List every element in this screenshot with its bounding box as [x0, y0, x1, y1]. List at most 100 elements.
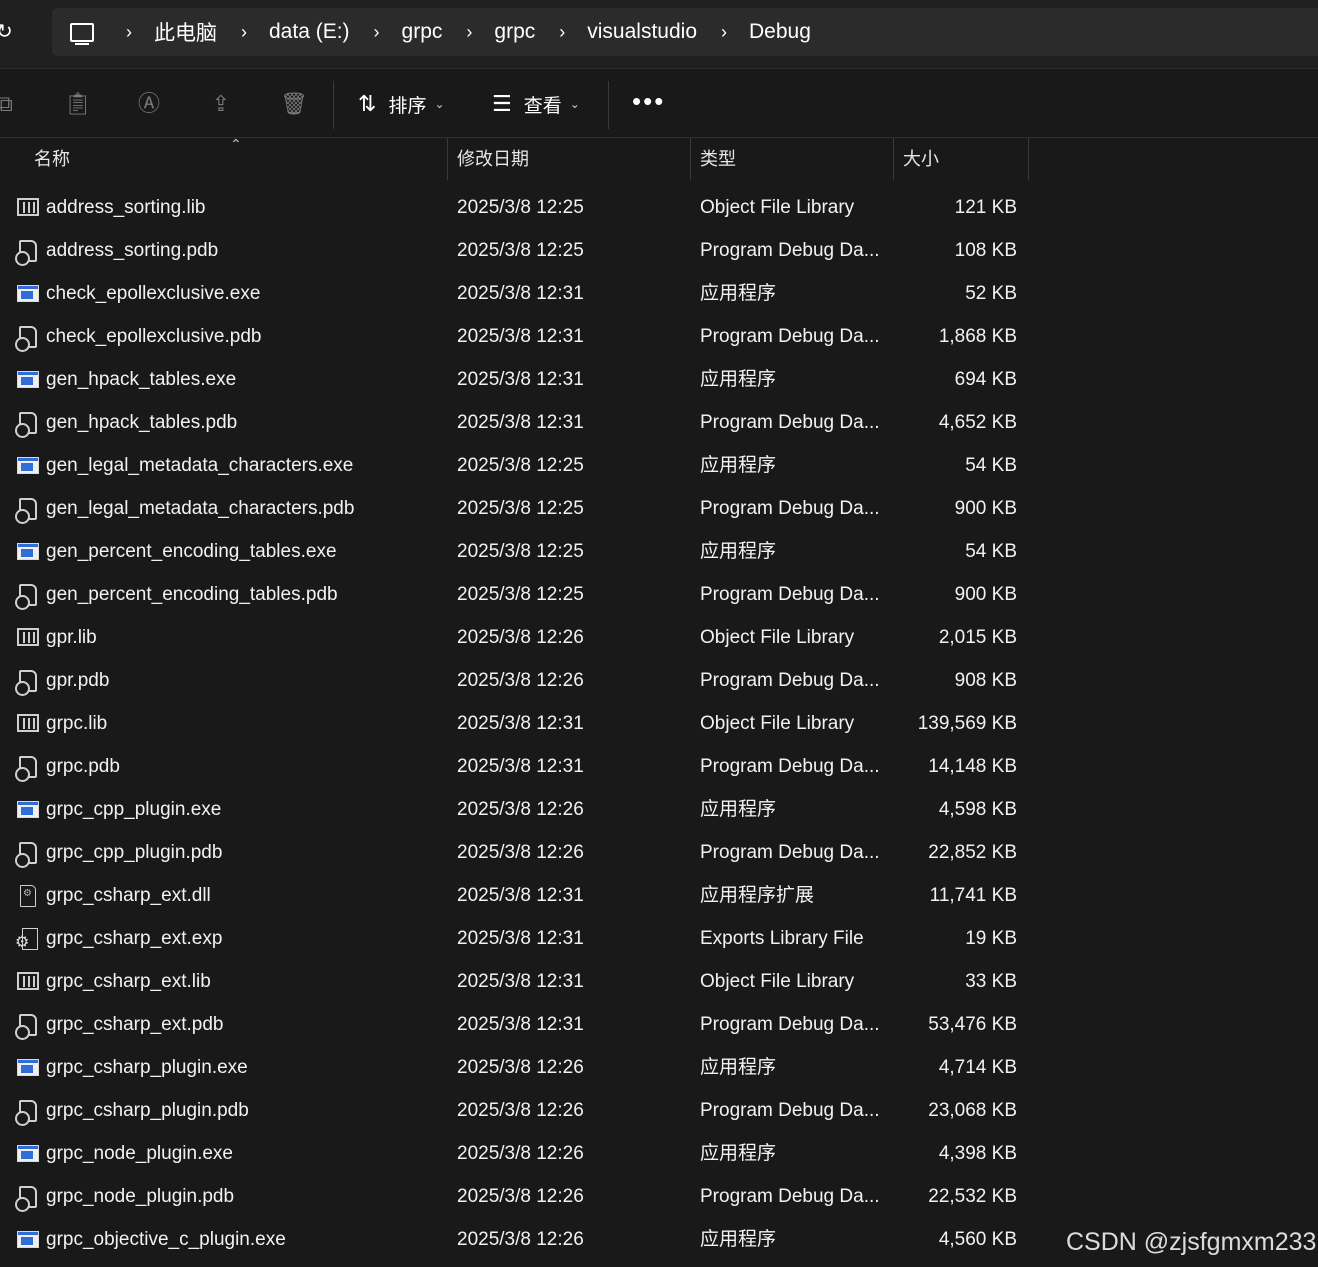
- file-date: 2025/3/8 12:31: [457, 885, 584, 906]
- breadcrumb-item-drive[interactable]: data (E:): [269, 20, 350, 44]
- computer-icon[interactable]: [70, 22, 94, 45]
- more-options-button[interactable]: •••: [632, 88, 665, 114]
- column-resizer[interactable]: [1028, 138, 1029, 180]
- file-row[interactable]: check_epollexclusive.pdb 2025/3/8 12:31 Pr…: [0, 315, 1030, 358]
- address-bar[interactable]: › 此电脑 › data (E:) › grpc › grpc › visual…: [52, 8, 1318, 56]
- file-name: gen_legal_metadata_characters.exe: [46, 455, 354, 476]
- file-type: Program Debug Da...: [700, 842, 880, 863]
- breadcrumb-item-this-pc[interactable]: 此电脑: [154, 17, 217, 47]
- file-type: 应用程序: [700, 799, 777, 820]
- file-size: 4,398 KB: [938, 1143, 1017, 1164]
- file-row[interactable]: address_sorting.pdb 2025/3/8 12:25 Program…: [0, 229, 1030, 272]
- column-header: ⌃ 名称 修改日期 类型 大小: [0, 136, 1030, 180]
- column-resizer[interactable]: [447, 138, 448, 180]
- file-row[interactable]: gen_legal_metadata_characters.exe 2025/3/…: [0, 444, 1030, 487]
- file-date: 2025/3/8 12:26: [457, 799, 584, 820]
- chevron-right-icon[interactable]: ›: [241, 22, 247, 43]
- breadcrumb-item-visualstudio[interactable]: visualstudio: [587, 20, 697, 44]
- new-icon[interactable]: ⧉: [0, 91, 18, 117]
- file-type: 应用程序: [700, 1143, 777, 1164]
- file-size: 4,714 KB: [938, 1057, 1017, 1078]
- breadcrumb-item-grpc[interactable]: grpc: [402, 20, 443, 44]
- file-row[interactable]: grpc_cpp_plugin.exe 2025/3/8 12:26 应用程序 4,5…: [0, 788, 1030, 831]
- column-resizer[interactable]: [893, 138, 894, 180]
- delete-icon[interactable]: 🗑︎: [280, 91, 308, 117]
- chevron-right-icon[interactable]: ›: [721, 22, 727, 43]
- column-header-name[interactable]: 名称: [34, 138, 70, 180]
- dll-icon: [20, 885, 36, 907]
- exe-icon: [17, 371, 39, 388]
- sort-button[interactable]: ⇅ 排序 ⌄: [358, 89, 445, 119]
- file-row[interactable]: gpr.pdb 2025/3/8 12:26 Program Debug Da...…: [0, 659, 1030, 702]
- pdb-icon: [15, 1100, 37, 1126]
- file-size: 121 KB: [954, 197, 1017, 218]
- file-row[interactable]: grpc_csharp_ext.lib 2025/3/8 12:31 Object …: [0, 960, 1030, 1003]
- file-name: grpc_csharp_plugin.pdb: [46, 1100, 249, 1121]
- file-row[interactable]: grpc_node_plugin.pdb 2025/3/8 12:26 Progra…: [0, 1175, 1030, 1218]
- file-row[interactable]: grpc.pdb 2025/3/8 12:31 Program Debug Da..…: [0, 745, 1030, 788]
- file-size: 54 KB: [965, 455, 1017, 476]
- exe-icon: [17, 457, 39, 474]
- chevron-right-icon[interactable]: ›: [559, 22, 565, 43]
- file-name: grpc_csharp_plugin.exe: [46, 1057, 248, 1078]
- share-icon[interactable]: ⇪: [208, 91, 234, 117]
- file-row[interactable]: gen_percent_encoding_tables.exe 2025/3/8 …: [0, 530, 1030, 573]
- file-row[interactable]: grpc_csharp_ext.dll 2025/3/8 12:31 应用程序扩展 1…: [0, 874, 1030, 917]
- file-size: 19 KB: [965, 928, 1017, 949]
- lib-icon: [17, 628, 39, 646]
- pdb-icon: [15, 498, 37, 524]
- file-size: 23,068 KB: [928, 1100, 1017, 1121]
- sort-ascending-icon: ⌃: [230, 136, 242, 152]
- file-row[interactable]: grpc_csharp_ext.exp 2025/3/8 12:31 Exports…: [0, 917, 1030, 960]
- file-row[interactable]: grpc_node_plugin.exe 2025/3/8 12:26 应用程序 4,…: [0, 1132, 1030, 1175]
- column-header-date[interactable]: 修改日期: [457, 138, 529, 180]
- file-row[interactable]: check_epollexclusive.exe 2025/3/8 12:31 应用…: [0, 272, 1030, 315]
- column-resizer[interactable]: [690, 138, 691, 180]
- file-list: address_sorting.lib 2025/3/8 12:25 Object …: [0, 186, 1030, 1261]
- chevron-right-icon[interactable]: ›: [466, 22, 472, 43]
- file-row[interactable]: grpc_cpp_plugin.pdb 2025/3/8 12:26 Program…: [0, 831, 1030, 874]
- file-row[interactable]: grpc_objective_c_plugin.exe 2025/3/8 12:2…: [0, 1218, 1030, 1261]
- file-row[interactable]: grpc.lib 2025/3/8 12:31 Object File Librar…: [0, 702, 1030, 745]
- file-type: Program Debug Da...: [700, 240, 880, 261]
- file-row[interactable]: grpc_csharp_plugin.pdb 2025/3/8 12:26 Prog…: [0, 1089, 1030, 1132]
- watermark: CSDN @zjsfgmxm233: [1066, 1228, 1317, 1256]
- file-row[interactable]: gen_legal_metadata_characters.pdb 2025/3/…: [0, 487, 1030, 530]
- refresh-icon[interactable]: ↻: [0, 20, 20, 44]
- paste-icon[interactable]: 📋︎: [64, 91, 92, 117]
- file-date: 2025/3/8 12:31: [457, 756, 584, 777]
- column-header-type[interactable]: 类型: [700, 138, 736, 180]
- file-type: Object File Library: [700, 197, 855, 218]
- file-size: 139,569 KB: [917, 713, 1017, 734]
- file-row[interactable]: gen_percent_encoding_tables.pdb 2025/3/8 …: [0, 573, 1030, 616]
- file-name: grpc_csharp_ext.lib: [46, 971, 211, 992]
- file-name: grpc_csharp_ext.exp: [46, 928, 223, 949]
- exp-icon: [15, 928, 38, 951]
- file-type: Object File Library: [700, 713, 855, 734]
- column-header-size[interactable]: 大小: [903, 138, 939, 180]
- sort-icon: ⇅: [358, 91, 377, 116]
- file-row[interactable]: address_sorting.lib 2025/3/8 12:25 Object …: [0, 186, 1030, 229]
- exe-icon: [17, 543, 39, 560]
- view-button[interactable]: ☰ 查看 ⌄: [492, 89, 580, 119]
- toolbar-divider: [608, 81, 609, 129]
- chevron-down-icon: ⌄: [569, 97, 580, 111]
- file-date: 2025/3/8 12:25: [457, 455, 584, 476]
- file-type: Object File Library: [700, 627, 855, 648]
- file-row[interactable]: gpr.lib 2025/3/8 12:26 Object File Library…: [0, 616, 1030, 659]
- file-row[interactable]: gen_hpack_tables.exe 2025/3/8 12:31 应用程序 69…: [0, 358, 1030, 401]
- chevron-right-icon[interactable]: ›: [374, 22, 380, 43]
- file-row[interactable]: grpc_csharp_plugin.exe 2025/3/8 12:26 应用程序…: [0, 1046, 1030, 1089]
- breadcrumb-item-grpc-inner[interactable]: grpc: [494, 20, 535, 44]
- file-name: gen_hpack_tables.pdb: [46, 412, 238, 433]
- rename-icon[interactable]: Ⓐ: [136, 91, 162, 117]
- file-date: 2025/3/8 12:31: [457, 369, 584, 390]
- breadcrumb-item-debug[interactable]: Debug: [749, 20, 811, 44]
- file-date: 2025/3/8 12:25: [457, 240, 584, 261]
- file-type: Program Debug Da...: [700, 326, 880, 347]
- chevron-right-icon[interactable]: ›: [126, 22, 132, 43]
- file-row[interactable]: gen_hpack_tables.pdb 2025/3/8 12:31 Progra…: [0, 401, 1030, 444]
- pdb-icon: [15, 1014, 37, 1040]
- file-date: 2025/3/8 12:31: [457, 928, 584, 949]
- file-row[interactable]: grpc_csharp_ext.pdb 2025/3/8 12:31 Program…: [0, 1003, 1030, 1046]
